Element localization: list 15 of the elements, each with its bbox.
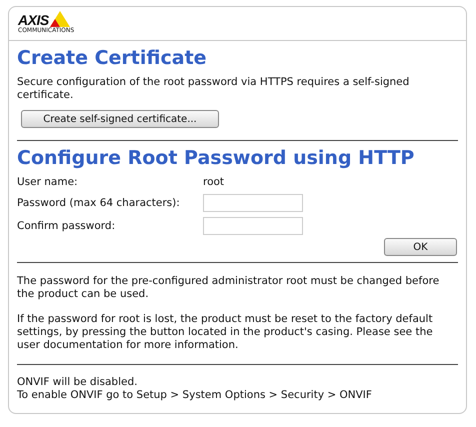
- onvif-text: ONVIF will be disabled.: [17, 376, 138, 389]
- ok-button[interactable]: OK: [384, 238, 457, 256]
- field-label: User name:: [17, 176, 79, 189]
- field-value: root: [203, 176, 226, 189]
- section-title: Create Certificate: [17, 46, 208, 70]
- note-text: If the password for root is lost, the product must be reset to the factory default settings, by pressing the button located in the product's casing. Please see the user documentation for more information.: [17, 313, 434, 352]
- password-field[interactable]: [203, 194, 303, 212]
- password-field[interactable]: [203, 217, 303, 235]
- note-text: The password for the pre-configured administrator root must be changed before the product can be used.: [17, 275, 440, 301]
- field-label: Password (max 64 characters):: [17, 196, 181, 210]
- create-certificate-button[interactable]: Create self-signed certificate...: [21, 110, 219, 128]
- section-title: Configure Root Password using HTTP: [17, 146, 416, 170]
- description-text: Secure configuration of the root password via HTTPS requires a self-signed certificate.: [17, 76, 410, 102]
- onvif-text: To enable ONVIF go to Setup > System Options > Security > ONVIF: [17, 389, 373, 402]
- field-label: Confirm password:: [17, 220, 116, 232]
